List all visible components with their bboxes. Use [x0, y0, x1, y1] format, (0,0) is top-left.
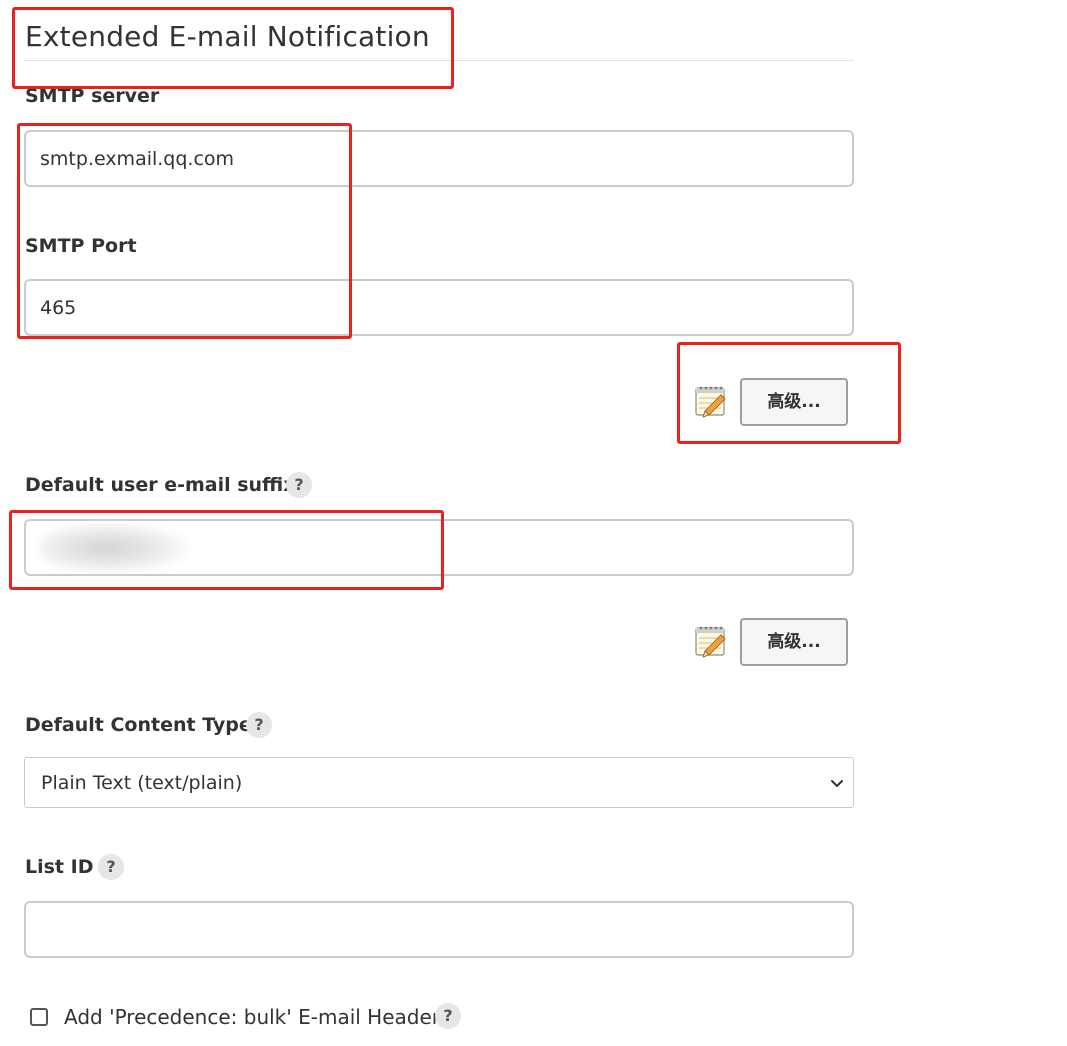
list-id-label: List ID [25, 856, 94, 878]
section-title: Extended E-mail Notification [25, 20, 430, 53]
chevron-down-icon [831, 780, 843, 787]
section-divider [24, 60, 854, 61]
notepad-pencil-icon [694, 384, 728, 418]
notepad-pencil-icon [694, 624, 728, 658]
help-icon-precedence[interactable]: ? [435, 1003, 461, 1029]
content-type-selected: Plain Text (text/plain) [41, 772, 243, 794]
default-suffix-label: Default user e-mail suffix [25, 474, 296, 496]
precedence-checkbox[interactable] [30, 1008, 48, 1026]
smtp-server-input[interactable] [24, 130, 854, 187]
content-type-select[interactable]: Plain Text (text/plain) [24, 757, 854, 808]
smtp-port-input[interactable] [24, 279, 854, 336]
help-icon-list-id[interactable]: ? [98, 854, 124, 880]
help-icon-default-suffix[interactable]: ? [286, 472, 312, 498]
precedence-label[interactable]: Add 'Precedence: bulk' E-mail Header [64, 1005, 440, 1029]
smtp-server-label: SMTP server [25, 85, 160, 107]
help-icon-content-type[interactable]: ? [246, 712, 272, 738]
list-id-input[interactable] [24, 901, 854, 958]
advanced-button-smtp[interactable]: 高级... [740, 378, 848, 426]
content-type-label: Default Content Type [25, 714, 252, 736]
advanced-button-suffix[interactable]: 高级... [740, 618, 848, 666]
redacted-blur [40, 522, 190, 574]
smtp-port-label: SMTP Port [25, 235, 137, 257]
